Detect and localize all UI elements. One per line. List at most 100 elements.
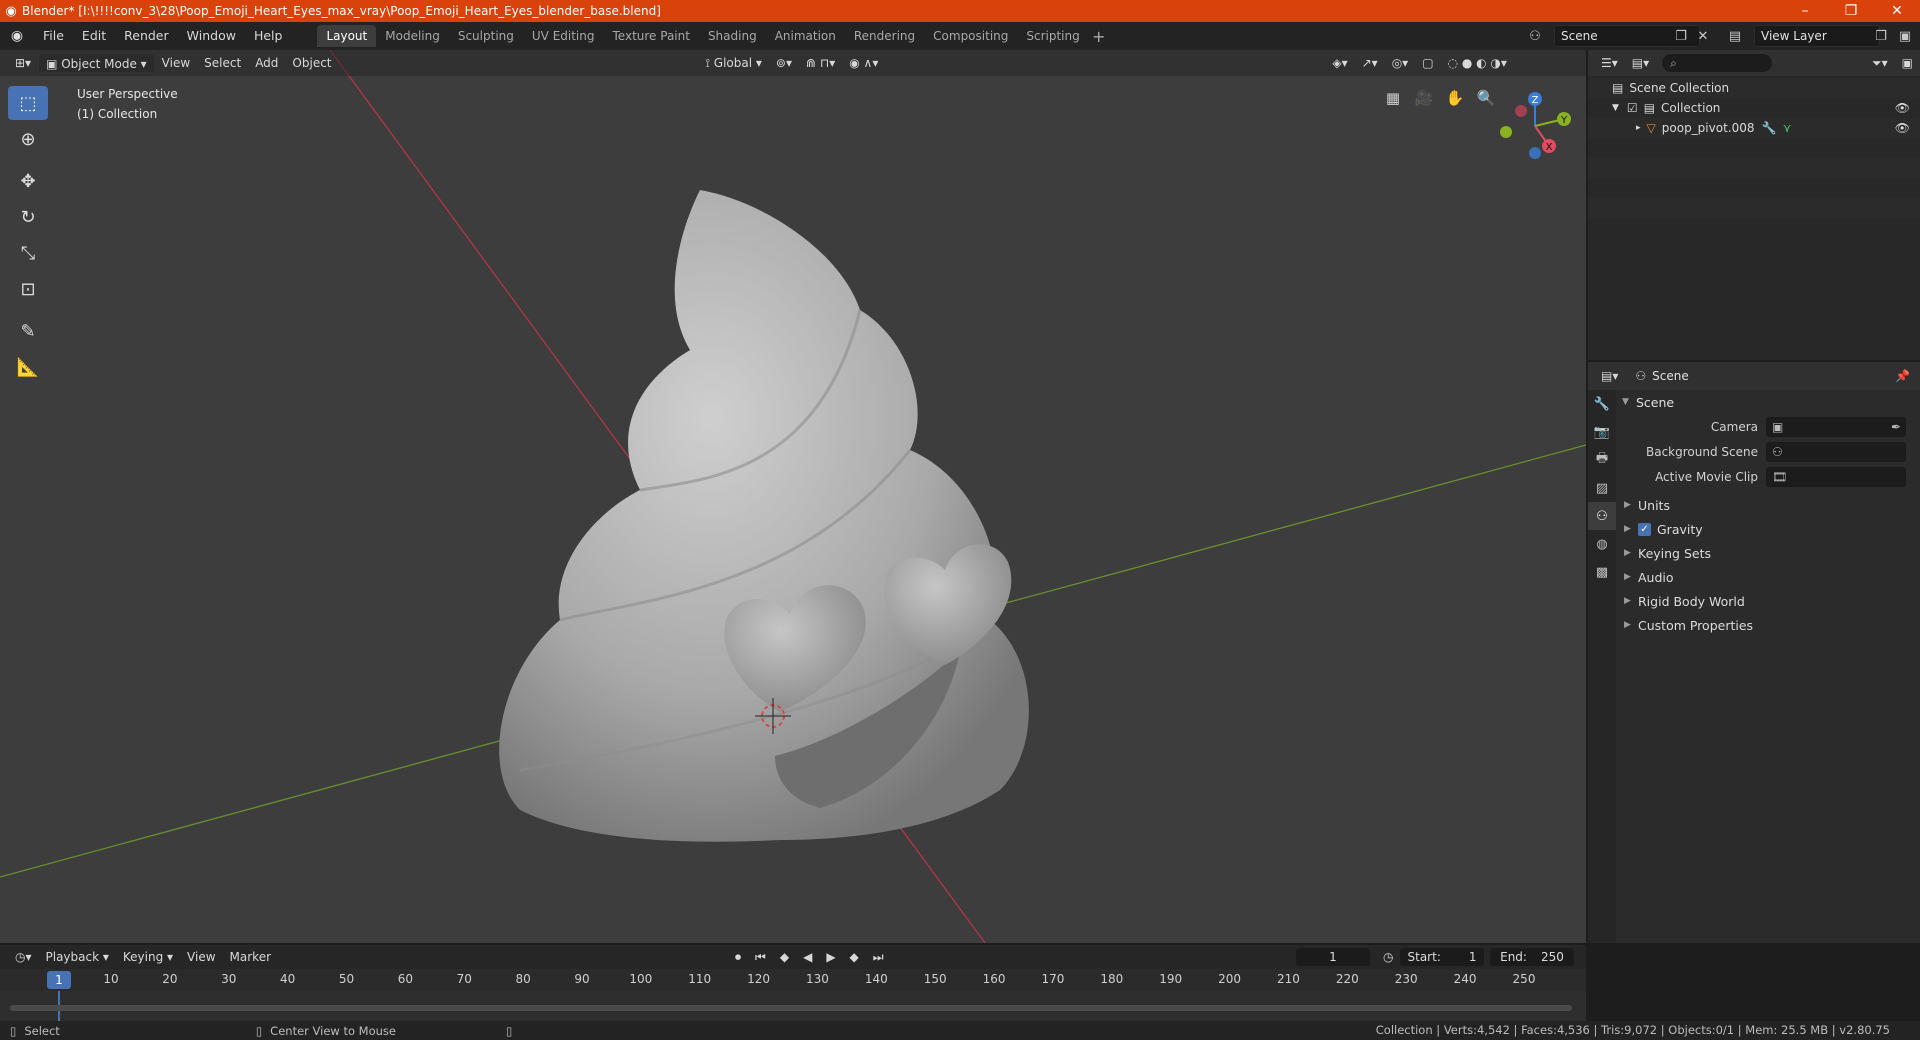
timeline-editor-type-icon[interactable]: ◷▾ [8,947,39,967]
visibility-icon[interactable]: ◈▾ [1325,53,1354,73]
properties-editor-type-icon[interactable]: ▤▾ [1594,366,1625,386]
xray-icon[interactable]: ▢ [1415,53,1440,73]
mesh-data-icon[interactable]: ⋎ [1783,121,1895,135]
tab-texture-paint[interactable]: Texture Paint [604,25,699,47]
keying-sets-panel[interactable]: ▶ Keying Sets [1616,541,1920,565]
3d-viewport[interactable]: Z Y X ⊞▾ ▣ Object Mode ▾ View Select Add… [0,50,1586,943]
delete-scene-icon[interactable]: ✕ [1692,26,1714,46]
jump-keyframe-back-icon[interactable]: ◆ [773,947,796,967]
current-frame-indicator[interactable]: 1 [47,971,71,989]
menu-edit[interactable]: Edit [73,25,115,47]
remove-view-layer-icon[interactable]: ▣ [1894,26,1916,46]
new-scene-icon[interactable]: ❐ [1670,26,1692,46]
eyedropper-icon[interactable]: ✒ [1891,420,1901,434]
jump-keyframe-forward-icon[interactable]: ◆ [843,947,866,967]
minimize-button[interactable]: – [1782,0,1828,22]
zoom-view-icon[interactable]: 🔍 [1473,85,1499,111]
annotate-tool-icon[interactable]: ✎ [8,314,48,348]
gizmo-toggle-icon[interactable]: ↗▾ [1355,53,1385,73]
expand-collection-icon[interactable]: ▼ [1612,103,1619,113]
tab-rendering[interactable]: Rendering [845,25,924,47]
viewport-menu-add[interactable]: Add [248,53,285,73]
rigid-body-world-panel[interactable]: ▶ Rigid Body World [1616,589,1920,613]
timeline-menu-playback[interactable]: Playback ▾ [39,947,116,967]
shading-modes-icon[interactable]: ◌ ● ◐ ◑▾ [1441,53,1514,73]
end-frame-field[interactable]: End: 250 [1490,948,1574,966]
viewport-menu-view[interactable]: View [155,53,197,73]
timeline-area[interactable] [0,991,1586,1021]
overlays-icon[interactable]: ◎▾ [1385,53,1416,73]
transform-orientation[interactable]: ⟟ Global ▾ [699,53,769,73]
menu-window[interactable]: Window [178,25,245,47]
transform-tool-icon[interactable]: ⊡ [8,272,48,306]
render-tab-icon[interactable]: 📷 [1588,418,1616,446]
menu-help[interactable]: Help [245,25,292,47]
blender-menu-icon[interactable]: ◉ [0,28,34,44]
gravity-checkbox[interactable]: ✓ [1638,522,1651,536]
object-visibility-eye-icon[interactable]: 👁 [1895,121,1910,135]
grid-view-icon[interactable]: ▦ [1380,85,1406,111]
preview-range-icon[interactable]: ◷ [1376,947,1400,967]
mode-selector[interactable]: ▣ Object Mode ▾ [38,53,155,73]
jump-end-icon[interactable]: ⏭ [866,947,891,967]
active-movie-clip-field[interactable]: 🎞 [1766,466,1906,487]
new-view-layer-icon[interactable]: ❐ [1870,26,1892,46]
tab-uv-editing[interactable]: UV Editing [523,25,604,47]
camera-view-icon[interactable]: 🎥 [1411,85,1437,111]
add-workspace-button[interactable]: + [1089,27,1109,46]
timeline-menu-keying[interactable]: Keying ▾ [116,947,180,967]
tool-tab-icon[interactable]: 🔧 [1588,390,1616,418]
play-icon[interactable]: ▶ [819,947,842,967]
scene-selector-icon[interactable]: ⚇ [1524,26,1546,46]
tab-scripting[interactable]: Scripting [1017,25,1088,47]
scene-tab-icon[interactable]: ⚇ [1588,502,1616,530]
editor-type-icon[interactable]: ⊞▾ [8,53,38,73]
gravity-panel[interactable]: ▶ ✓ Gravity [1616,517,1920,541]
pin-icon[interactable]: 📌 [1895,369,1910,383]
output-tab-icon[interactable]: 🖶 [1588,446,1616,474]
menu-render[interactable]: Render [115,25,178,47]
view-layer-icon[interactable]: ▤ [1724,26,1746,46]
close-button[interactable]: ✕ [1874,0,1920,22]
cursor-tool-icon[interactable]: ⊕ [8,122,48,156]
view-layer-field[interactable]: View Layer [1754,25,1880,47]
menu-file[interactable]: File [34,25,73,47]
rotate-tool-icon[interactable]: ↻ [8,200,48,234]
pivot-point-icon[interactable]: ⊚▾ [769,53,799,73]
select-box-tool-icon[interactable]: ⬚ [8,86,48,120]
viewport-menu-object[interactable]: Object [285,53,338,73]
display-mode-icon[interactable]: ▤▾ [1625,53,1656,73]
outliner-row-collection[interactable]: ▼ ☑ ▤ Collection 👁 [1588,98,1920,118]
scene-panel-header[interactable]: ▼ Scene [1616,390,1920,414]
view-layer-tab-icon[interactable]: ▨ [1588,474,1616,502]
collection-visibility-eye-icon[interactable]: 👁 [1895,101,1910,115]
custom-properties-panel[interactable]: ▶ Custom Properties [1616,613,1920,637]
background-scene-field[interactable]: ⚇ [1766,441,1906,462]
move-tool-icon[interactable]: ✥ [8,164,48,198]
filter-icon[interactable]: ⏷▾ [1865,53,1895,73]
maximize-button[interactable]: ❐ [1828,0,1874,22]
timeline-scrollbar[interactable] [10,1005,1572,1011]
viewport-menu-select[interactable]: Select [197,53,248,73]
outliner-row-scene-collection[interactable]: ▤ Scene Collection [1588,78,1920,98]
snap-icon[interactable]: ⋒ ⊓▾ [799,53,842,73]
outliner-row-object[interactable]: ▸ ▽ poop_pivot.008 🔧 ⋎ 👁 [1588,118,1920,138]
expand-object-icon[interactable]: ▸ [1636,123,1641,133]
tab-layout[interactable]: Layout [317,25,377,47]
start-frame-field[interactable]: Start: 1 [1400,948,1484,966]
audio-panel[interactable]: ▶ Audio [1616,565,1920,589]
record-icon[interactable]: ⏺ [728,947,748,967]
scale-tool-icon[interactable]: ⤡ [8,236,48,270]
outliner-editor-type-icon[interactable]: ☰▾ [1594,53,1625,73]
camera-field[interactable]: ▣ ✒ [1766,416,1906,437]
play-reverse-icon[interactable]: ◀ [796,947,819,967]
texture-tab-icon[interactable]: ▩ [1588,558,1616,586]
world-tab-icon[interactable]: ◍ [1588,530,1616,558]
outliner-search-input[interactable]: ⌕ [1662,54,1773,72]
collection-checkbox-icon[interactable]: ☑ [1627,101,1638,115]
current-frame-field[interactable]: 1 [1296,948,1370,966]
modifier-wrench-icon[interactable]: 🔧 [1762,121,1777,135]
pan-view-icon[interactable]: ✋ [1442,85,1468,111]
proportional-editing-icon[interactable]: ◉ ∧▾ [842,53,885,73]
tab-modeling[interactable]: Modeling [376,25,449,47]
